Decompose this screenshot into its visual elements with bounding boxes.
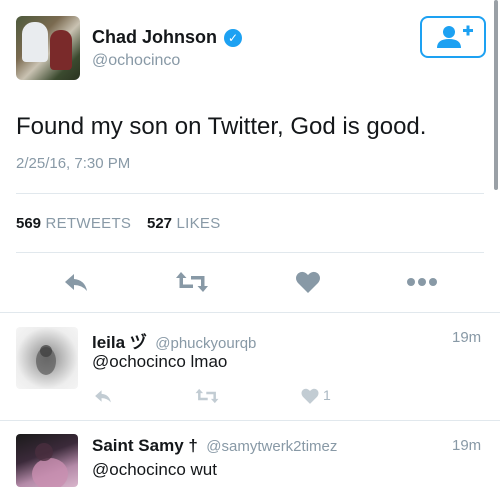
reply-like-count: 1 (323, 387, 331, 403)
reply-author-name[interactable]: Saint Samy † (92, 436, 198, 455)
reply-text: @ochocinco wut (92, 460, 217, 479)
reply-header: leila ヅ @phuckyourqb (92, 328, 256, 353)
retweets-count: 569 (16, 215, 42, 232)
likes-count: 527 (147, 215, 173, 232)
author-handle[interactable]: @ochocinco (92, 52, 180, 70)
retweets-label: RETWEETS (45, 215, 132, 232)
avatar-image (32, 443, 68, 487)
reply-icon[interactable] (62, 268, 90, 296)
divider (16, 193, 484, 194)
divider (0, 420, 500, 421)
reply-icon[interactable] (92, 386, 114, 406)
reply-time: 19m (452, 329, 482, 346)
avatar-figure (50, 30, 72, 70)
avatar-figure (22, 22, 48, 62)
retweets-stat[interactable]: 569 RETWEETS (16, 215, 131, 233)
avatar-image (36, 345, 56, 375)
reply-author-handle[interactable]: @samytwerk2timez (206, 438, 337, 455)
likes-label: LIKES (176, 215, 221, 232)
author-avatar[interactable] (16, 16, 80, 80)
reply-time: 19m (452, 437, 482, 454)
divider (0, 312, 500, 313)
heart-icon[interactable] (300, 386, 320, 406)
author-name[interactable]: Chad Johnson (92, 27, 217, 48)
follow-button[interactable] (420, 16, 486, 58)
divider (16, 252, 484, 253)
likes-stat[interactable]: 527 LIKES (147, 215, 221, 233)
reply-header: Saint Samy † @samytwerk2timez (92, 436, 337, 456)
add-user-icon (437, 25, 473, 48)
more-dots-icon[interactable] (406, 268, 438, 296)
reply-author-name[interactable]: leila ヅ (92, 333, 147, 352)
reply-text: @ochocinco lmao (92, 352, 228, 371)
verified-badge-icon: ✓ (224, 29, 242, 47)
tweet-text: Found my son on Twitter, God is good. (16, 113, 427, 140)
scrollbar[interactable] (494, 0, 498, 190)
reply-author-handle[interactable]: @phuckyourqb (155, 335, 256, 352)
heart-icon[interactable] (294, 268, 322, 296)
retweet-icon[interactable] (175, 268, 209, 296)
reply-avatar[interactable] (16, 327, 78, 389)
retweet-icon[interactable] (194, 386, 220, 406)
reply-avatar[interactable] (16, 434, 78, 487)
tweet-timestamp: 2/25/16, 7:30 PM (16, 155, 131, 172)
